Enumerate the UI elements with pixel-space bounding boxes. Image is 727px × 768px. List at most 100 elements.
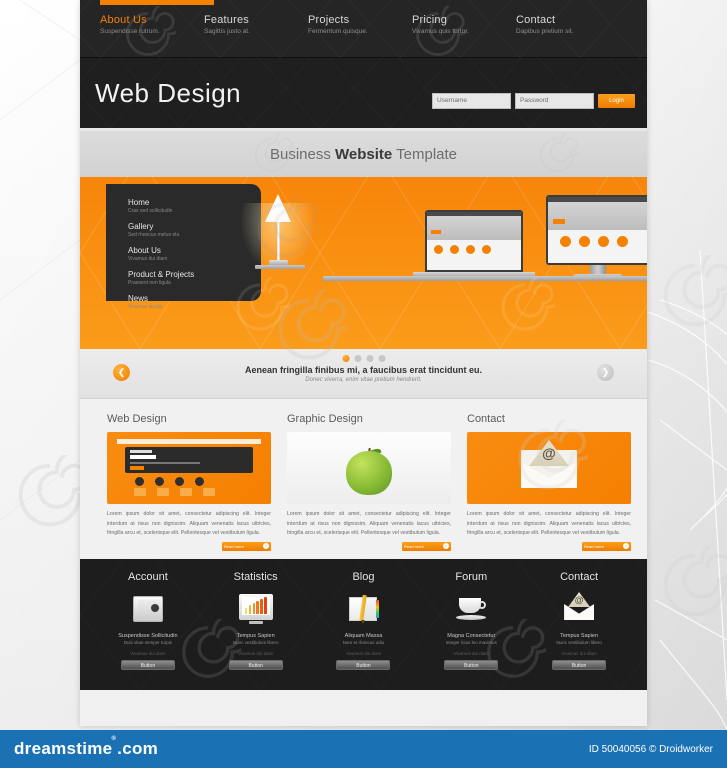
nav-item-contact[interactable]: Contact Dapibus pretium sit. <box>516 14 620 35</box>
read-more-button[interactable]: Read more › <box>222 541 271 551</box>
laptop-screen-hero <box>427 216 521 240</box>
feature-column-web-design: Web Design Lorem ipsum dolor sit amet, c… <box>107 413 271 559</box>
image-id-label: ID 50040056 © Droidworker <box>588 743 713 755</box>
login-button[interactable]: Login <box>598 94 635 108</box>
apple-icon <box>343 442 395 495</box>
hero-menu-label: News <box>128 294 149 303</box>
read-more-button[interactable]: Read more › <box>582 541 631 551</box>
footer-line-1: Aliquam Massa <box>344 633 383 639</box>
laptop-screen-body <box>427 240 521 270</box>
nav-item-label: Pricing <box>412 14 448 26</box>
footer-line-3: Vivamus dui diam <box>237 651 274 656</box>
footer-column-title: Blog <box>352 571 375 583</box>
read-more-label: Read more <box>404 543 424 549</box>
footer-line-2: Nunc vestibulum libero <box>556 640 602 645</box>
nav-item-sublabel: Suspendisse rutrum. <box>100 28 160 35</box>
read-more-button[interactable]: Read more › <box>402 541 451 551</box>
monitor-screen-body <box>548 230 647 263</box>
site-footer: Account Suspendisse Sollicitudin Duis vi… <box>80 559 647 690</box>
device-shelf <box>323 276 647 281</box>
stock-watermark-bar: dreamstime®.com ID 50040056 © Droidworke… <box>0 730 727 768</box>
lamp-shelf <box>255 265 305 269</box>
main-navigation: About Us Suspendisse rutrum. Features Sa… <box>80 0 647 58</box>
footer-line-3: Vivamus dui diam <box>453 651 489 656</box>
footer-button[interactable]: Button <box>552 660 607 670</box>
column-thumbnail-envelope[interactable]: @ <box>467 432 631 504</box>
website-mockup-graphic <box>117 439 261 496</box>
carousel-dot-1[interactable] <box>342 355 349 362</box>
feature-column-graphic-design: Graphic Design Lorem ipsum dolor sit ame… <box>287 413 451 559</box>
watermark-spiral <box>539 133 579 173</box>
footer-button[interactable]: Button <box>444 660 499 670</box>
at-sign-icon: @ <box>574 595 584 605</box>
nav-item-projects[interactable]: Projects Fermentum quisque. <box>308 14 412 35</box>
notebook-pencil-icon[interactable] <box>316 589 411 629</box>
open-envelope-icon: @ <box>521 440 577 488</box>
footer-line-1: Magna Consectetur <box>447 633 496 639</box>
nav-item-label: Contact <box>516 14 556 26</box>
nav-item-sublabel: Vivamus quis tortor. <box>412 28 469 35</box>
banner-strip: Business Website Template <box>80 131 647 177</box>
column-title: Contact <box>467 413 505 425</box>
coffee-cup-icon[interactable] <box>424 589 519 629</box>
nav-item-features[interactable]: Features Sagittis justo at. <box>204 14 308 35</box>
arrow-right-icon: › <box>443 543 449 550</box>
column-thumbnail-green-apple[interactable] <box>287 432 451 504</box>
carousel-subtitle: Donec viverra, enim vitae pretium hendre… <box>305 377 422 383</box>
password-input[interactable]: Password <box>515 93 594 109</box>
footer-column-title: Forum <box>455 571 488 583</box>
nav-item-about-us[interactable]: About Us Suspendisse rutrum. <box>100 14 204 35</box>
username-input[interactable]: Username <box>432 93 511 109</box>
nav-item-sublabel: Dapibus pretium sit. <box>516 28 574 35</box>
footer-line-2: Integer risus leo maximus <box>445 640 497 645</box>
footer-line-2: Nam et rhoncus odio <box>342 640 385 645</box>
hero-banner: Home Cras sed sollicitudin Gallery Sed r… <box>80 177 647 349</box>
footer-button[interactable]: Button <box>120 660 175 670</box>
footer-column-title: Statistics <box>233 571 278 583</box>
banner-suffix: Template <box>392 145 458 163</box>
lamp-shade-icon <box>265 194 291 222</box>
carousel-dot-2[interactable] <box>354 355 361 362</box>
hero-menu-item-news[interactable]: News Vivamus iaculis <box>128 294 261 310</box>
nav-item-label: Projects <box>308 14 350 26</box>
footer-line-3: Vivamus dui diam <box>561 651 597 656</box>
footer-line-2: Nunc vestibulum libero <box>232 640 279 645</box>
carousel-next-button[interactable]: ❯ <box>597 364 614 381</box>
banner-prefix: Business <box>269 145 336 163</box>
column-thumbnail-website-mockup[interactable] <box>107 432 271 504</box>
arrow-right-icon: › <box>263 543 269 550</box>
footer-column-forum: Forum Magna Consectetur Integer risus le… <box>424 571 519 670</box>
mockup-hero-panel <box>125 447 253 473</box>
feature-columns: Web Design Lorem ipsum dolor sit amet, c… <box>80 399 647 559</box>
footer-line-1: Suspendisse Sollicitudin <box>118 633 178 639</box>
carousel-dot-3[interactable] <box>366 355 373 362</box>
monitor-screen-hero <box>548 202 647 230</box>
watermark-spiral <box>501 277 555 331</box>
column-body-text: Lorem ipsum dolor sit amet, consectetur … <box>287 511 451 537</box>
banner-bold: Website <box>335 145 393 163</box>
footer-column-account: Account Suspendisse Sollicitudin Duis vi… <box>100 571 195 670</box>
footer-line-1: Tempus Sapien <box>560 633 599 639</box>
column-title: Web Design <box>107 413 167 425</box>
carousel-prev-button[interactable]: ❮ <box>113 364 130 381</box>
nav-item-pricing[interactable]: Pricing Vivamus quis tortor. <box>412 14 516 35</box>
carousel-dot-4[interactable] <box>378 355 385 362</box>
carousel-dots <box>342 355 385 362</box>
footer-column-statistics: Statistics Tempus Sapien Nunc vestibulum… <box>208 571 303 670</box>
envelope-icon[interactable]: @ <box>532 589 627 629</box>
safe-icon[interactable] <box>100 589 195 629</box>
website-template-preview: About Us Suspendisse rutrum. Features Sa… <box>80 0 647 726</box>
carousel-title: Aenean fringilla finibus mi, a faucibus … <box>244 365 483 375</box>
chart-monitor-icon[interactable] <box>208 589 303 629</box>
lamp-pole <box>277 222 280 262</box>
nav-items-list: About Us Suspendisse rutrum. Features Sa… <box>80 0 647 35</box>
column-body-text: Lorem ipsum dolor sit amet, consectetur … <box>107 511 271 537</box>
nav-item-sublabel: Sagittis justo at. <box>204 28 250 35</box>
bar-chart-icon <box>241 597 270 615</box>
footer-columns: Account Suspendisse Sollicitudin Duis vi… <box>80 571 647 670</box>
site-brand-title: Web Design <box>95 78 242 108</box>
footer-button[interactable]: Button <box>336 660 391 670</box>
footer-button[interactable]: Button <box>228 660 283 670</box>
footer-line-2: Duis vitae semper turpis <box>123 640 173 645</box>
nav-item-label: About Us <box>100 14 147 26</box>
